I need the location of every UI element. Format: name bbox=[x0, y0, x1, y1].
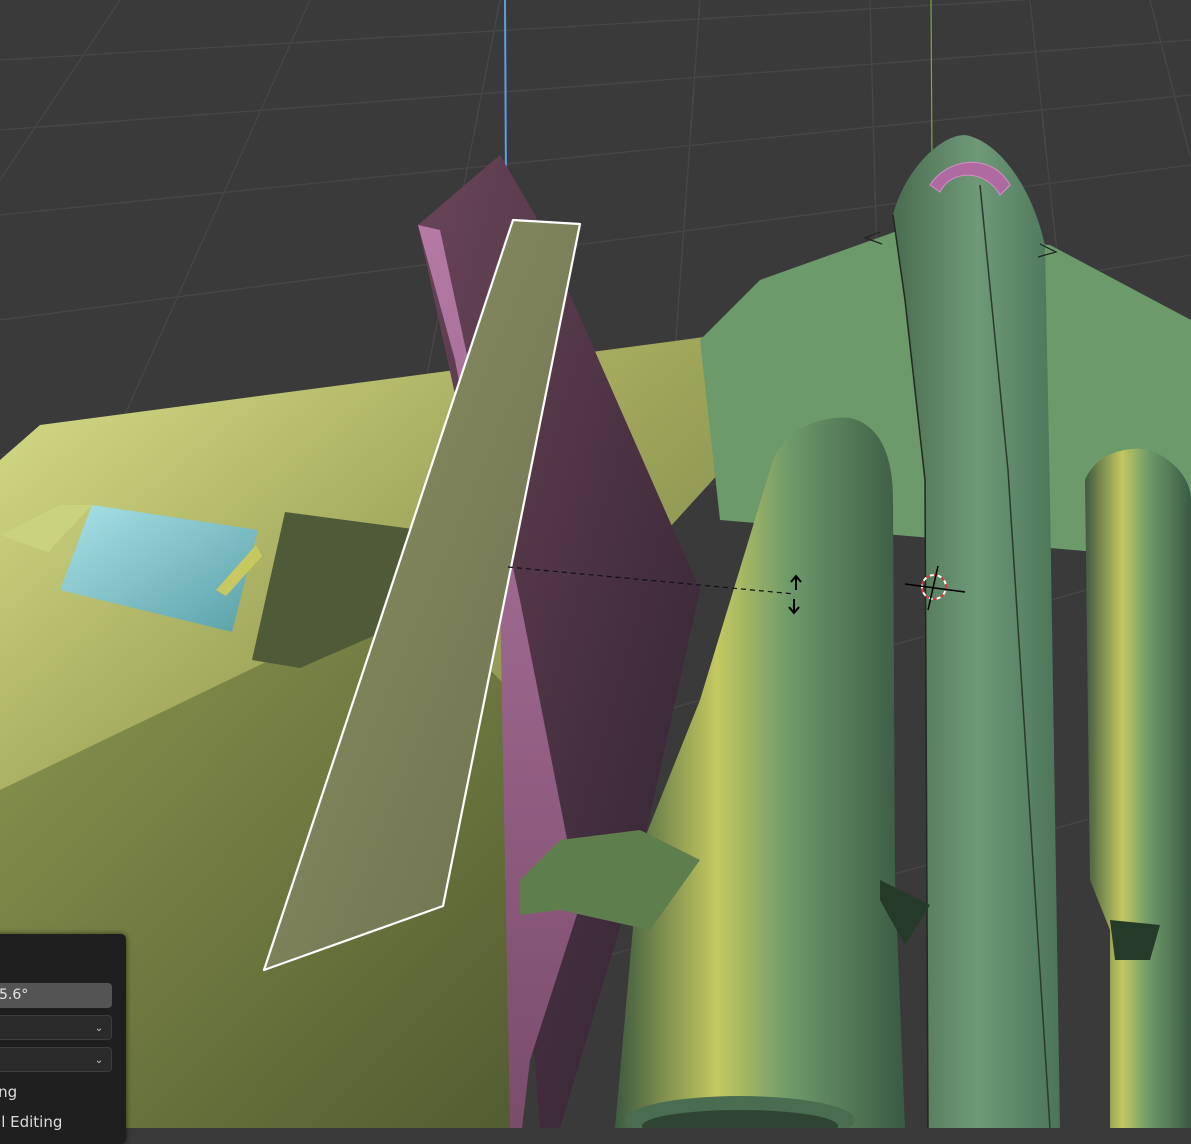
operator-panel: 5.6° ⌄ ⌄ ing al Editing bbox=[0, 934, 126, 1144]
chevron-down-icon: ⌄ bbox=[94, 1023, 104, 1034]
dropdown-2[interactable]: ⌄ bbox=[0, 1047, 112, 1072]
angle-field[interactable]: 5.6° bbox=[0, 983, 112, 1008]
option-2-label[interactable]: al Editing bbox=[0, 1112, 62, 1132]
chevron-down-icon: ⌄ bbox=[94, 1055, 104, 1066]
angle-value: 5.6° bbox=[0, 987, 29, 1003]
engine-right bbox=[1085, 448, 1191, 1128]
3d-viewport[interactable] bbox=[0, 0, 1191, 1128]
option-1-label[interactable]: ing bbox=[0, 1082, 17, 1102]
viewport-canvas[interactable] bbox=[0, 0, 1191, 1128]
dropdown-1[interactable]: ⌄ bbox=[0, 1015, 112, 1040]
fuselage bbox=[893, 135, 1060, 1128]
